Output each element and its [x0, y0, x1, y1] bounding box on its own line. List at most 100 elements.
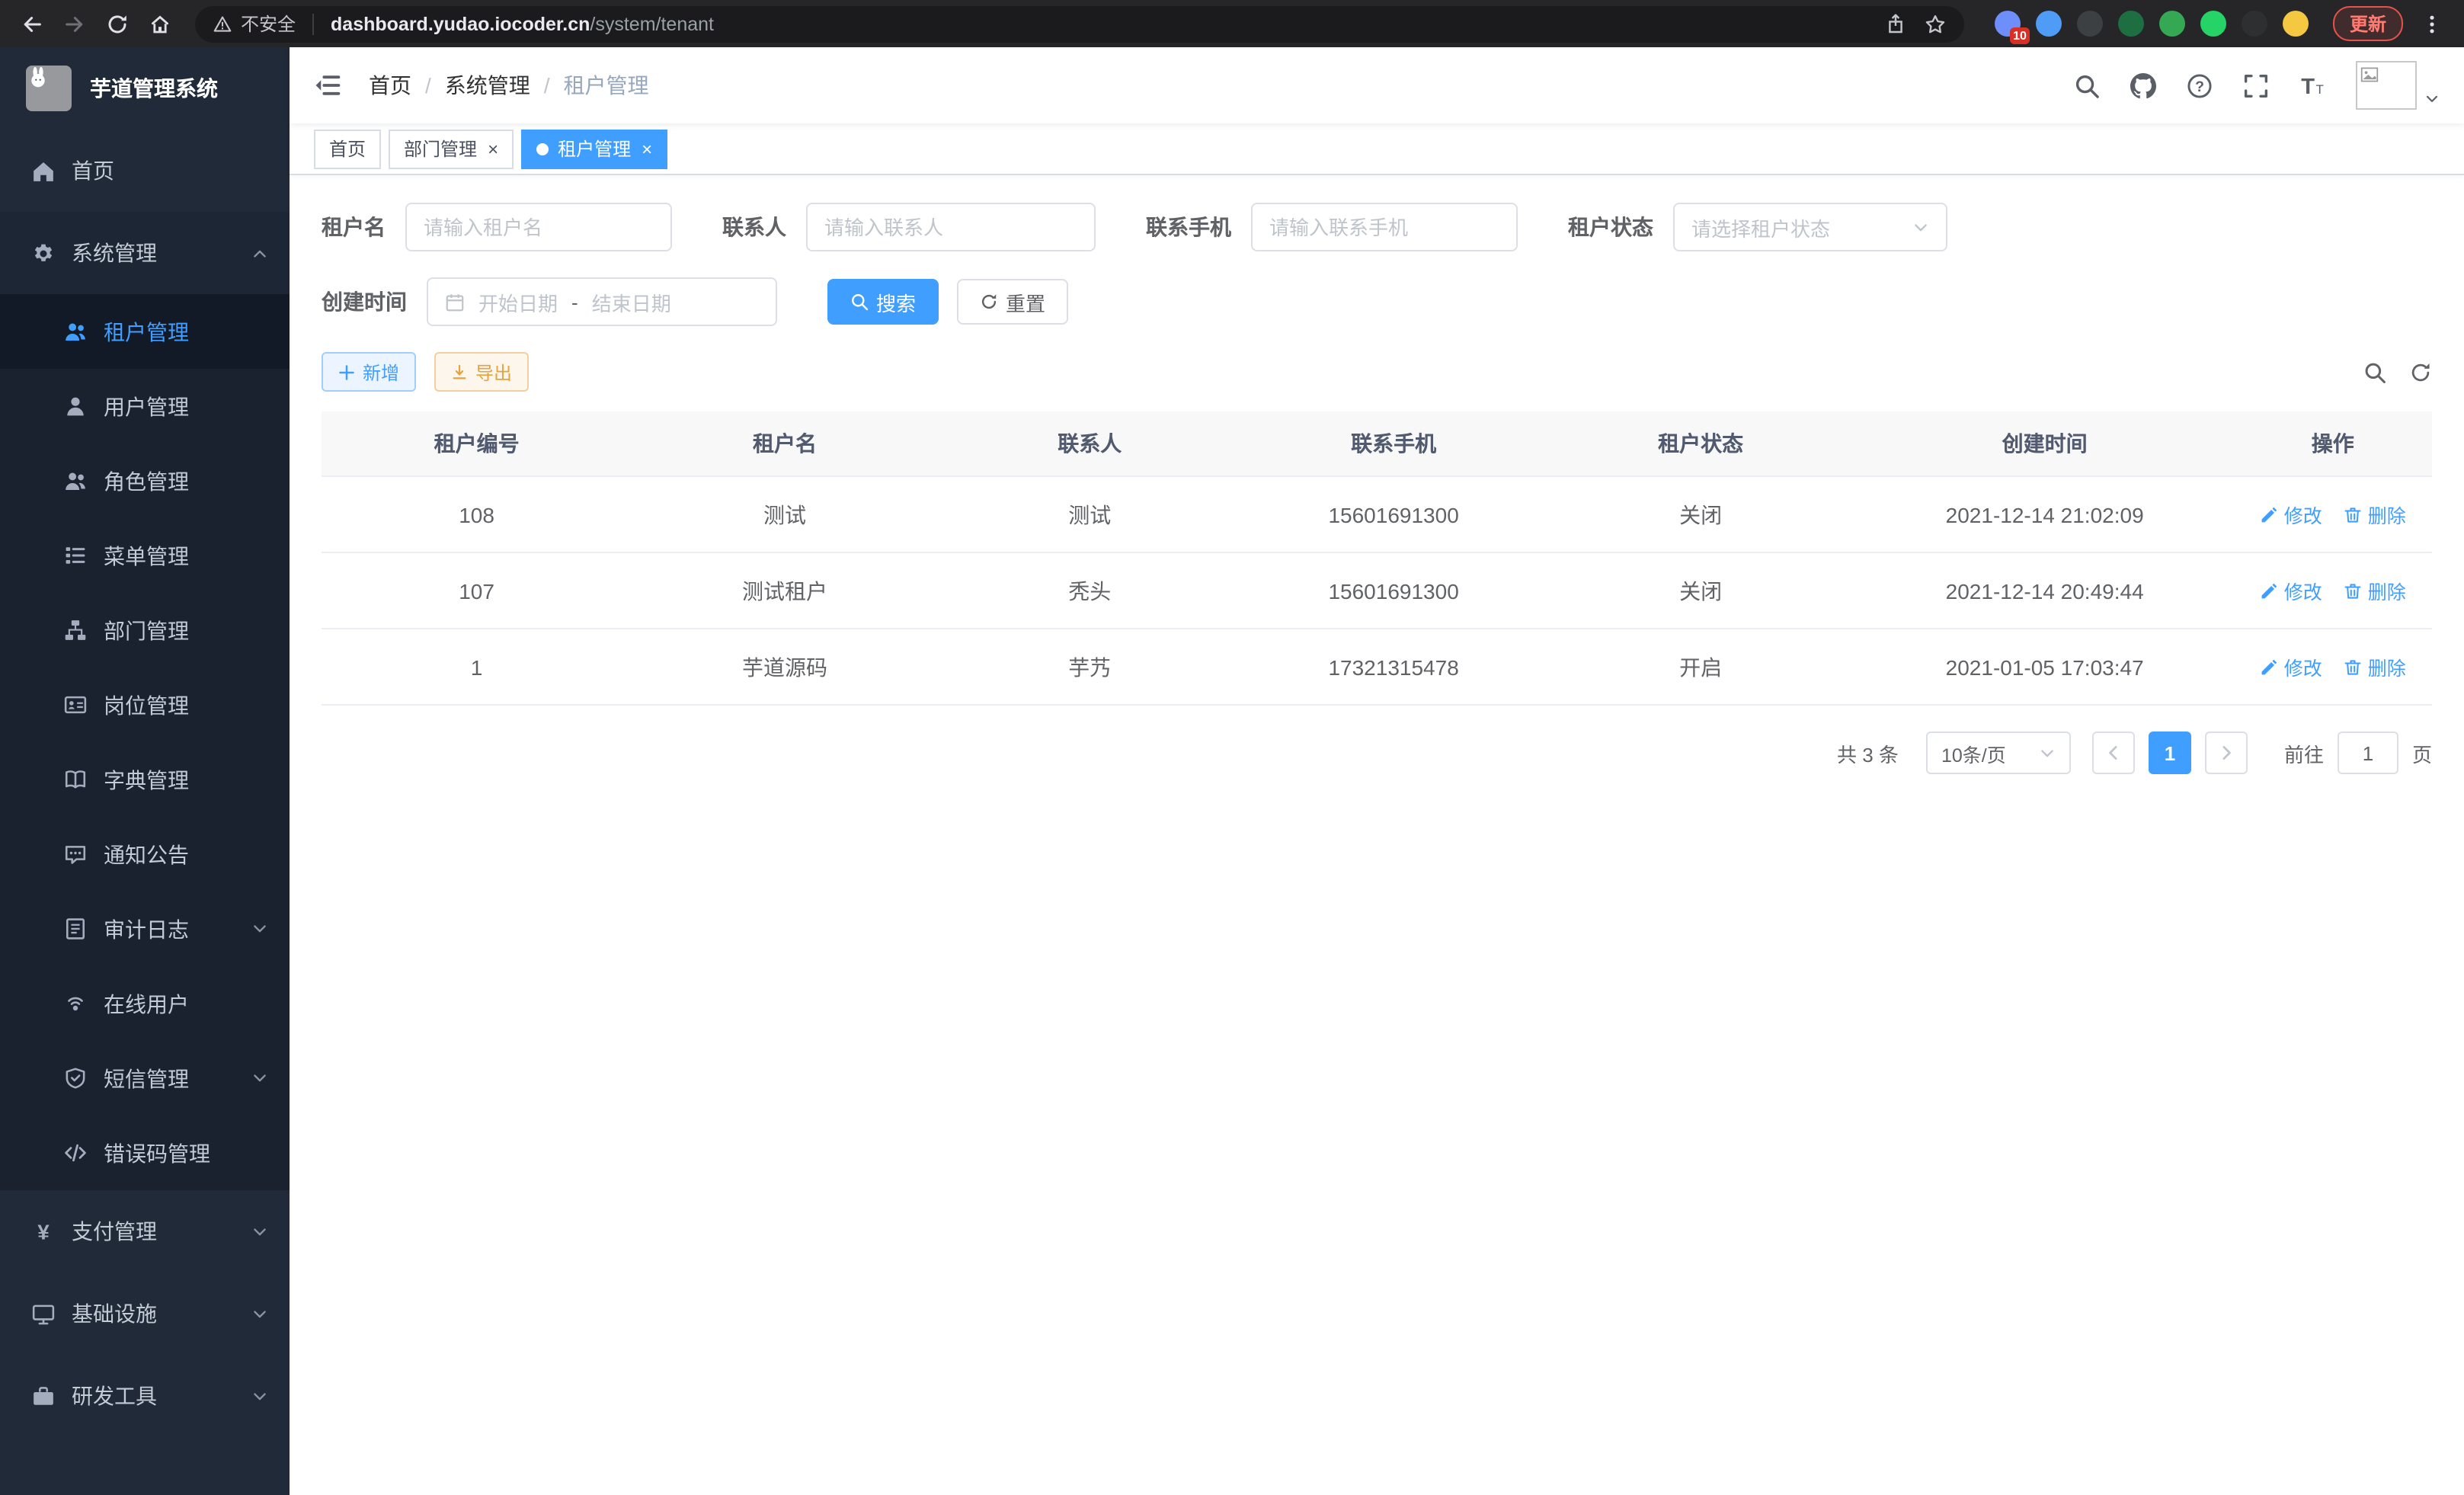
divider: [312, 13, 314, 34]
edit-button[interactable]: 修改: [2260, 576, 2322, 605]
search-submit-button[interactable]: 搜索: [827, 279, 939, 325]
update-button[interactable]: 更新: [2333, 6, 2403, 41]
sidebar-item-post[interactable]: 岗位管理: [0, 667, 290, 742]
sidebar-item-sms[interactable]: 短信管理: [0, 1041, 290, 1116]
page-number-1[interactable]: 1: [2149, 731, 2191, 774]
breadcrumb-item[interactable]: 系统管理: [445, 70, 530, 101]
contact-input[interactable]: [824, 216, 1077, 238]
sidebar-item-dict[interactable]: 字典管理: [0, 742, 290, 817]
svg-text:T: T: [2316, 82, 2324, 96]
tenant-name-input[interactable]: [424, 216, 654, 238]
toggle-search-button[interactable]: [2363, 360, 2386, 383]
forward-button[interactable]: [55, 4, 94, 43]
page-size-select[interactable]: 10条/页: [1926, 731, 2071, 774]
tenant-status: 关闭: [1546, 476, 1856, 552]
tab-home[interactable]: 首页: [314, 129, 381, 168]
app-logo[interactable]: 芋道管理系统: [0, 47, 290, 130]
tab-tenant[interactable]: 租户管理×: [521, 129, 667, 168]
sidebar-item-dept[interactable]: 部门管理: [0, 593, 290, 667]
home-icon: [32, 159, 55, 182]
font-size-icon[interactable]: TT: [2299, 72, 2325, 98]
sidebar-item-notice[interactable]: 通知公告: [0, 817, 290, 892]
sidebar-item-label: 短信管理: [104, 1063, 235, 1093]
export-button[interactable]: 导出: [434, 352, 529, 392]
home-icon: [149, 13, 171, 34]
col-create-time: 创建时间: [1856, 411, 2234, 476]
sidebar-item-home[interactable]: 首页: [0, 130, 290, 212]
sidebar-item-infra[interactable]: 基础设施: [0, 1273, 290, 1355]
breadcrumb-item[interactable]: 首页: [369, 70, 411, 101]
calendar-icon: [445, 292, 465, 312]
sidebar-toggle-button[interactable]: [314, 72, 341, 99]
edit-button[interactable]: 修改: [2260, 652, 2322, 681]
sidebar-item-user[interactable]: 用户管理: [0, 369, 290, 443]
extension-icon-2[interactable]: [2036, 11, 2062, 37]
toolbox-icon: [32, 1385, 55, 1407]
delete-icon: [2344, 658, 2362, 676]
goto-page-input[interactable]: [2338, 731, 2398, 774]
next-page-button[interactable]: [2205, 731, 2248, 774]
breadcrumb-item-current: 租户管理: [564, 70, 649, 101]
tenant-id: 1: [322, 629, 632, 705]
tenant-status: 开启: [1546, 629, 1856, 705]
add-button[interactable]: 新增: [322, 352, 416, 392]
extension-icon-3[interactable]: [2077, 11, 2103, 37]
sidebar-item-system[interactable]: 系统管理: [0, 212, 290, 294]
prev-page-button[interactable]: [2092, 731, 2135, 774]
home-button[interactable]: [140, 4, 180, 43]
reload-button[interactable]: [98, 4, 137, 43]
help-icon[interactable]: ?: [2187, 72, 2213, 98]
bookmark-button[interactable]: [1925, 13, 1946, 34]
extension-icon-1[interactable]: 10: [1995, 11, 2021, 37]
sidebar-item-error-code[interactable]: 错误码管理: [0, 1116, 290, 1190]
contact-name: 芋艿: [938, 629, 1242, 705]
sidebar-item-menu[interactable]: 菜单管理: [0, 518, 290, 593]
search-button[interactable]: [2074, 72, 2100, 98]
browser-menu-button[interactable]: [2412, 4, 2452, 43]
edit-button[interactable]: 修改: [2260, 500, 2322, 529]
tenant-status-select[interactable]: 请选择租户状态: [1673, 203, 1947, 251]
sidebar-item-label: 审计日志: [104, 914, 235, 944]
tenant-id: 108: [322, 476, 632, 552]
date-end-placeholder: 结束日期: [592, 287, 671, 316]
tab-close-icon[interactable]: ×: [488, 139, 498, 158]
create-time: 2021-12-14 21:02:09: [1856, 476, 2234, 552]
share-button[interactable]: [1885, 13, 1906, 34]
delete-button[interactable]: 删除: [2344, 652, 2406, 681]
sidebar-item-devtool[interactable]: 研发工具: [0, 1355, 290, 1437]
sidebar-item-role[interactable]: 角色管理: [0, 443, 290, 518]
navbar-actions: ? TT: [2074, 61, 2440, 110]
export-label: 导出: [475, 359, 512, 385]
sidebar-item-online-user[interactable]: 在线用户: [0, 966, 290, 1041]
create-time-range[interactable]: 开始日期 - 结束日期: [427, 277, 777, 326]
url-path: /system/tenant: [590, 13, 714, 34]
refresh-table-button[interactable]: [2409, 360, 2432, 383]
reset-button[interactable]: 重置: [957, 279, 1068, 325]
mobile-input[interactable]: [1269, 216, 1499, 238]
delete-button[interactable]: 删除: [2344, 576, 2406, 605]
delete-button[interactable]: 删除: [2344, 500, 2406, 529]
extension-icon-6[interactable]: [2200, 11, 2226, 37]
sidebar-item-audit-log[interactable]: 审计日志: [0, 892, 290, 966]
sidebar-item-label: 系统管理: [72, 238, 235, 268]
fullscreen-icon[interactable]: [2243, 72, 2269, 98]
extension-icon-8[interactable]: [2283, 11, 2309, 37]
github-icon[interactable]: [2130, 72, 2156, 98]
tab-dept[interactable]: 部门管理×: [389, 129, 514, 168]
navbar: 首页 / 系统管理 / 租户管理 ? TT: [290, 47, 2464, 123]
col-contact: 联系人: [938, 411, 1242, 476]
users-icon: [64, 469, 87, 492]
extension-icon-7[interactable]: [2242, 11, 2267, 37]
table-row: 1芋道源码芋艿17321315478开启2021-01-05 17:03:47修…: [322, 629, 2432, 705]
extension-icon-5[interactable]: [2159, 11, 2185, 37]
sidebar-item-pay[interactable]: ¥支付管理: [0, 1190, 290, 1273]
user-avatar-menu[interactable]: [2356, 61, 2440, 110]
sidebar-item-tenant[interactable]: 租户管理: [0, 294, 290, 369]
status-placeholder: 请选择租户状态: [1691, 213, 1830, 242]
tab-close-icon[interactable]: ×: [642, 139, 652, 158]
back-button[interactable]: [12, 4, 52, 43]
extension-icon-4[interactable]: [2118, 11, 2144, 37]
address-bar[interactable]: 不安全 dashboard.yudao.iocoder.cn/system/te…: [195, 5, 1964, 42]
site-info-button[interactable]: 不安全: [213, 11, 296, 37]
sidebar-item-label: 首页: [72, 155, 268, 186]
